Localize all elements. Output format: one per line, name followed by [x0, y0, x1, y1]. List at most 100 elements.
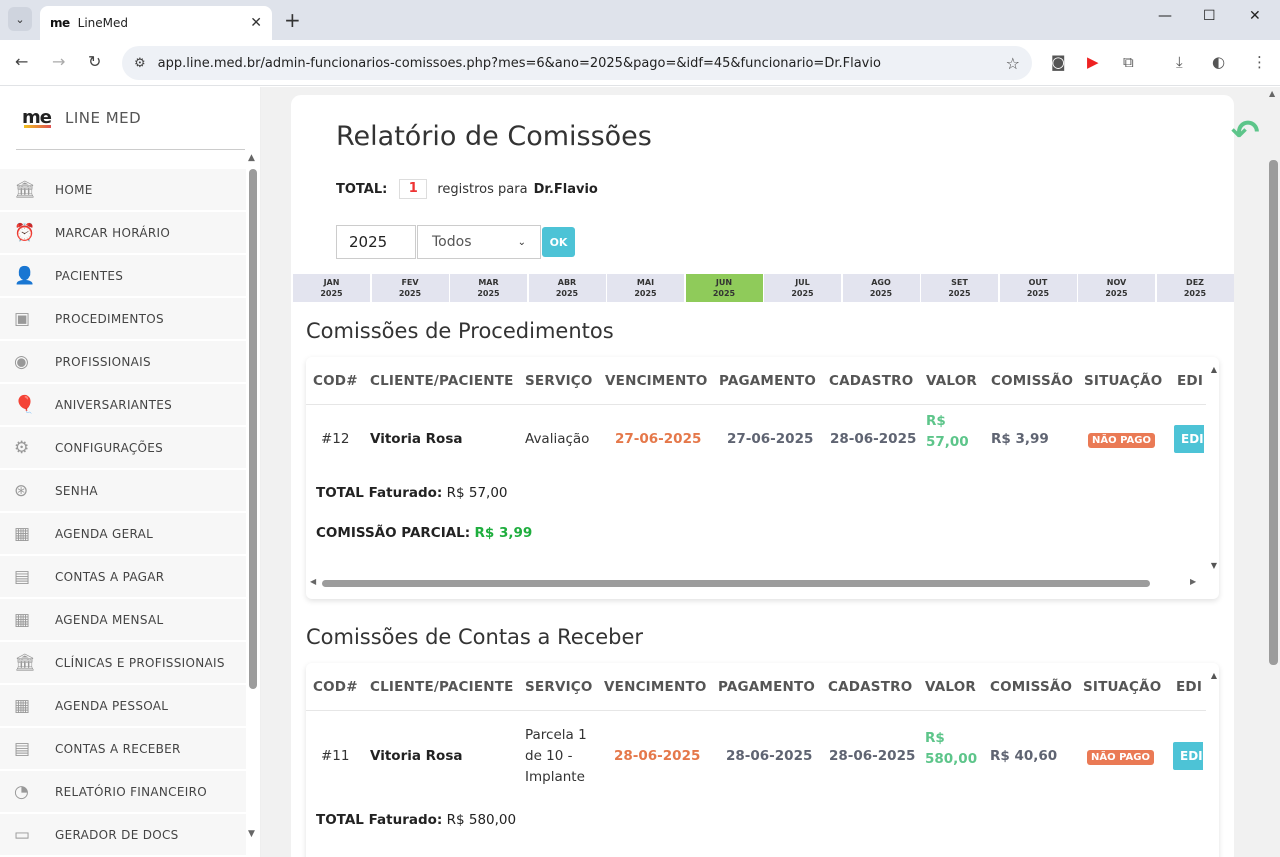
- cell-cliente[interactable]: Vitoria Rosa: [370, 748, 462, 764]
- camera-icon[interactable]: ◙: [1051, 53, 1066, 71]
- page-scroll-thumb[interactable]: [1269, 160, 1278, 665]
- bookmark-star-icon[interactable]: ☆: [1006, 54, 1020, 73]
- column-header-4[interactable]: VENCIMENTO: [604, 679, 707, 695]
- download-icon[interactable]: ⤓: [1176, 53, 1183, 71]
- month-tab-nov[interactable]: NOV 2025: [1078, 274, 1155, 302]
- sidebar-item-aniversariantes[interactable]: 🎈 ANIVERSARIANTES: [0, 384, 246, 425]
- sidebar-item-configura-es[interactable]: ⚙ CONFIGURAÇÕES: [0, 427, 246, 468]
- column-header-9[interactable]: SITUAÇÃO: [1083, 679, 1161, 695]
- tab-favicon: me: [50, 16, 70, 30]
- extensions-icon[interactable]: ⧉: [1123, 53, 1134, 71]
- edit-button[interactable]: EDI: [1173, 742, 1203, 770]
- column-header-9[interactable]: SITUAÇÃO: [1084, 373, 1162, 389]
- column-header-8[interactable]: COMISSÃO: [991, 373, 1073, 389]
- sidebar-scrollbar[interactable]: ▲ ▼: [247, 153, 259, 843]
- sidebar-item-contas-a-receber[interactable]: ▤ CONTAS A RECEBER: [0, 728, 246, 769]
- cell-cadastro: 28-06-2025: [829, 748, 916, 764]
- tab-search-button[interactable]: ⌄: [8, 7, 32, 31]
- scroll-up-icon[interactable]: ▲: [1269, 89, 1275, 98]
- scroll-left-icon[interactable]: ◀: [310, 577, 316, 586]
- scroll-up-icon[interactable]: ▲: [1211, 671, 1217, 680]
- month-tab-abr[interactable]: ABR 2025: [528, 274, 606, 302]
- close-tab-icon[interactable]: ✕: [250, 15, 262, 31]
- back-icon[interactable]: ←: [15, 52, 28, 71]
- month-year: 2025: [1026, 289, 1050, 298]
- sidebar-scroll-thumb[interactable]: [249, 169, 257, 689]
- column-header-10[interactable]: EDI: [1176, 679, 1202, 695]
- minimize-icon[interactable]: —: [1158, 8, 1172, 24]
- sidebar-item-home[interactable]: 🏛 HOME: [0, 169, 246, 210]
- column-header-2[interactable]: CLIENTE/PACIENTE: [370, 373, 514, 389]
- pago-select[interactable]: Todos ⌄: [417, 225, 541, 259]
- scroll-up-icon[interactable]: ▲: [1211, 365, 1217, 374]
- money-icon: ▤: [14, 738, 31, 759]
- column-header-7[interactable]: VALOR: [926, 373, 977, 389]
- sidebar-item-cl-nicas-e-profissionais[interactable]: 🏛 CLÍNICAS E PROFISSIONAIS: [0, 642, 246, 683]
- close-window-icon[interactable]: ✕: [1249, 8, 1261, 24]
- month-tab-jun[interactable]: JUN 2025: [685, 274, 763, 302]
- column-header-5[interactable]: PAGAMENTO: [718, 679, 815, 695]
- scroll-down-icon[interactable]: ▼: [248, 829, 255, 839]
- page-scrollbar[interactable]: ▲: [1267, 87, 1280, 857]
- column-header-3[interactable]: SERVIÇO: [525, 373, 593, 389]
- month-tab-set[interactable]: SET 2025: [921, 274, 998, 302]
- sidebar-item-agenda-pessoal[interactable]: ▦ AGENDA PESSOAL: [0, 685, 246, 726]
- sidebar-item-senha[interactable]: ⊛ SENHA: [0, 470, 246, 511]
- sidebar-item-contas-a-pagar[interactable]: ▤ CONTAS A PAGAR: [0, 556, 246, 597]
- cell-comissao: R$ 40,60: [990, 748, 1058, 764]
- month-tab-mar[interactable]: MAR 2025: [450, 274, 527, 302]
- month-label: AGO: [871, 278, 891, 287]
- column-header-7[interactable]: VALOR: [925, 679, 976, 695]
- month-tab-ago[interactable]: AGO 2025: [842, 274, 920, 302]
- column-header-8[interactable]: COMISSÃO: [990, 679, 1072, 695]
- sidebar-item-marcar-hor-rio[interactable]: ⏰ MARCAR HORÁRIO: [0, 212, 246, 253]
- forward-icon[interactable]: →: [52, 52, 65, 71]
- cell-cod: #11: [321, 748, 350, 764]
- site-info-icon[interactable]: ⚙: [134, 56, 146, 71]
- column-header-6[interactable]: CADASTRO: [829, 373, 913, 389]
- month-tab-fev[interactable]: FEV 2025: [371, 274, 449, 302]
- column-header-3[interactable]: SERVIÇO: [525, 679, 593, 695]
- sidebar-item-relat-rio-financeiro[interactable]: ◔ RELATÓRIO FINANCEIRO: [0, 771, 246, 812]
- column-header-6[interactable]: CADASTRO: [828, 679, 912, 695]
- chevron-down-icon: ⌄: [517, 236, 526, 248]
- maximize-icon[interactable]: ☐: [1203, 8, 1216, 24]
- column-header-2[interactable]: CLIENTE/PACIENTE: [370, 679, 514, 695]
- horizontal-scroll-thumb[interactable]: [322, 580, 1150, 587]
- more-menu-icon[interactable]: ⋮: [1252, 53, 1267, 71]
- edit-button[interactable]: EDI: [1174, 425, 1204, 453]
- sidebar-item-profissionais[interactable]: ◉ PROFISSIONAIS: [0, 341, 246, 382]
- cell-cliente[interactable]: Vitoria Rosa: [370, 431, 462, 447]
- new-tab-icon[interactable]: +: [284, 8, 301, 32]
- scroll-right-icon[interactable]: ▶: [1190, 577, 1196, 586]
- year-input[interactable]: 2025: [336, 225, 416, 259]
- sidebar-item-procedimentos[interactable]: ▣ PROCEDIMENTOS: [0, 298, 246, 339]
- sidebar: me LINE MED 🏛 HOME ⏰ MARCAR HORÁRIO 👤 PACIENT…: [0, 87, 261, 857]
- month-tab-mai[interactable]: MAI 2025: [607, 274, 684, 302]
- month-tab-jan[interactable]: JAN 2025: [293, 274, 370, 302]
- month-tab-dez[interactable]: DEZ 2025: [1156, 274, 1234, 302]
- sidebar-item-gerador-de-docs[interactable]: ▭ GERADOR DE DOCS: [0, 814, 246, 855]
- scroll-up-icon[interactable]: ▲: [248, 153, 255, 163]
- column-header-4[interactable]: VENCIMENTO: [605, 373, 708, 389]
- month-tab-out[interactable]: OUT 2025: [999, 274, 1077, 302]
- sidebar-item-pacientes[interactable]: 👤 PACIENTES: [0, 255, 246, 296]
- sidebar-item-agenda-geral[interactable]: ▦ AGENDA GERAL: [0, 513, 246, 554]
- address-bar[interactable]: ⚙ app.line.med.br/admin-funcionarios-com…: [122, 46, 1032, 80]
- youtube-extension-icon[interactable]: ▶: [1087, 53, 1099, 71]
- reload-icon[interactable]: ↻: [88, 52, 101, 71]
- column-header-5[interactable]: PAGAMENTO: [719, 373, 816, 389]
- column-header-1[interactable]: COD#: [313, 679, 358, 695]
- horizontal-scrollbar[interactable]: ◀ ▶: [306, 576, 1206, 590]
- scroll-down-icon[interactable]: ▼: [1211, 561, 1217, 570]
- back-arrow-icon[interactable]: ↶: [1231, 113, 1260, 153]
- month-tab-jul[interactable]: JUL 2025: [764, 274, 841, 302]
- logo[interactable]: me LINE MED: [22, 107, 141, 128]
- month-year: 2025: [634, 289, 657, 298]
- ok-button[interactable]: OK: [542, 227, 575, 257]
- column-header-1[interactable]: COD#: [313, 373, 358, 389]
- profile-icon[interactable]: ◐: [1212, 53, 1225, 71]
- sidebar-item-agenda-mensal[interactable]: ▦ AGENDA MENSAL: [0, 599, 246, 640]
- column-header-10[interactable]: EDI: [1177, 373, 1203, 389]
- browser-tab[interactable]: me LineMed ✕: [40, 6, 272, 40]
